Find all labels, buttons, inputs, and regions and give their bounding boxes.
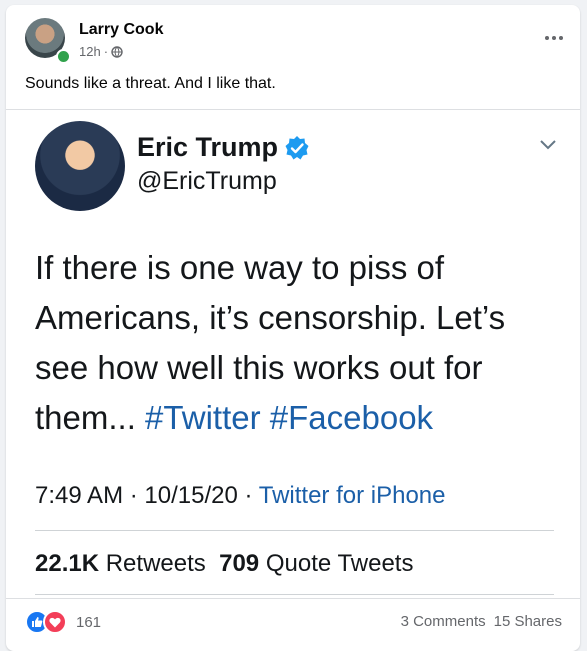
post-footer: 161 3 Comments 15 Shares [6, 601, 580, 641]
hashtag-twitter: #Twitter [145, 399, 261, 436]
meta-separator: · [103, 44, 109, 59]
tweet-line: If there is one way to piss of [35, 249, 445, 286]
hashtag-facebook: #Facebook [269, 399, 434, 436]
tweet-source: Twitter for iPhone [258, 482, 446, 509]
tweet-separator: · [129, 482, 138, 509]
love-reaction-icon [43, 610, 67, 634]
tweet-date: 10/15/20 [144, 482, 238, 509]
reaction-count: 161 [76, 613, 102, 631]
comments-count-link[interactable]: 3 Comments [401, 613, 486, 630]
online-status-icon [56, 49, 71, 64]
tweet-author-name-row: Eric Trump [137, 132, 310, 163]
tweet-author-handle: @EricTrump [137, 167, 277, 195]
tweet-stats: 22.1K Retweets 709 Quote Tweets [35, 550, 413, 578]
tweet-body: If there is one way to piss of Americans… [35, 243, 545, 443]
tweet-timestamp: 7:49 AM · 10/15/20 · Twitter for iPhone [35, 482, 445, 510]
tweet-author-avatar [35, 121, 125, 211]
tweet-line: them... #Twitter #Facebook [35, 393, 545, 443]
verified-badge-icon [285, 135, 309, 159]
tweet-line: see how well this works out for [35, 349, 483, 386]
chevron-down-icon [540, 140, 556, 150]
globe-icon[interactable] [111, 45, 123, 58]
tweet-separator: · [244, 482, 253, 509]
retweets-count: 22.1K [35, 550, 100, 577]
retweets-label: Retweets [105, 550, 206, 577]
post-meta: 12h · [79, 44, 123, 59]
shares-count-link[interactable]: 15 Shares [494, 613, 562, 630]
author-name[interactable]: Larry Cook [79, 21, 163, 39]
dot-icon [545, 36, 549, 40]
post-header: Larry Cook 12h · [6, 5, 580, 73]
dot-icon [559, 36, 563, 40]
tweet-line-text: them... [35, 399, 136, 436]
post-time[interactable]: 12h [79, 44, 101, 59]
post-text: Sounds like a threat. And I like that. [25, 75, 276, 92]
reactions-summary[interactable]: 161 [25, 610, 101, 634]
quote-tweets-label: Quote Tweets [265, 550, 414, 577]
more-options-button[interactable] [542, 31, 566, 45]
tweet-time: 7:49 AM [35, 482, 124, 509]
tweet-screenshot[interactable]: Eric Trump @EricTrump If there is one wa… [6, 109, 580, 599]
divider [35, 594, 554, 595]
divider [35, 530, 554, 531]
quote-tweets-count: 709 [219, 550, 260, 577]
engagement-counts: 3 Comments 15 Shares [401, 613, 562, 630]
tweet-line: Americans, it’s censorship. Let’s [35, 299, 506, 336]
post-card: Larry Cook 12h · Sounds like a threat. A… [6, 5, 580, 651]
tweet-author-name: Eric Trump [137, 132, 279, 162]
dot-icon [552, 36, 556, 40]
